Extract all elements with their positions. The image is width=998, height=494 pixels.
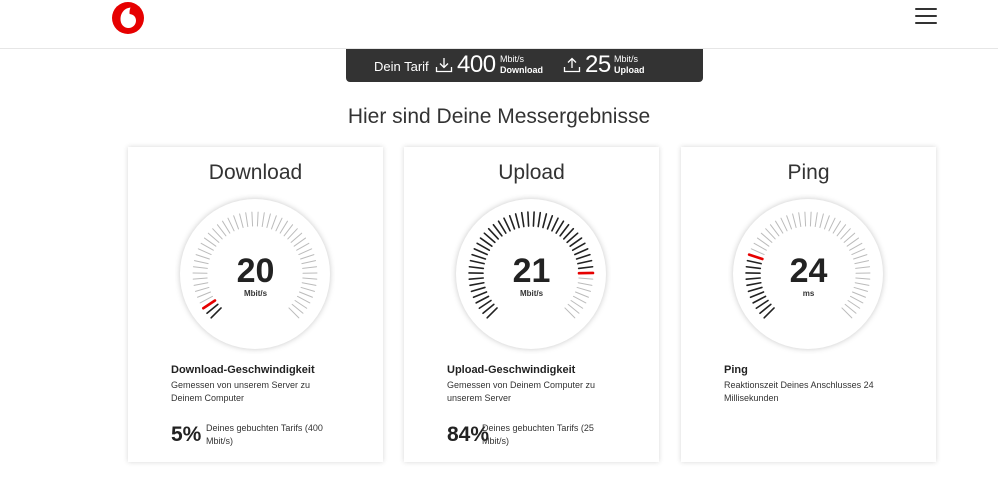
metric-description: Gemessen von unserem Server zu Deinem Co… bbox=[171, 380, 311, 403]
gauge-tick bbox=[804, 211, 807, 227]
tariff-percent: 5% bbox=[171, 423, 202, 446]
ping-unit: ms bbox=[802, 289, 815, 298]
upload-card: Upload 21 Mbit/s Upload-Geschwindigkeit … bbox=[404, 147, 659, 462]
hamburger-menu-icon[interactable] bbox=[915, 8, 937, 24]
download-icon bbox=[435, 58, 453, 73]
card-title: Download bbox=[208, 161, 303, 184]
site-header bbox=[0, 0, 998, 49]
results-heading: Hier sind Deine Messergebnisse bbox=[347, 105, 651, 128]
tariff-download-value: 400 bbox=[457, 51, 496, 78]
gauge-tick bbox=[256, 211, 259, 227]
gauge-tick bbox=[251, 211, 254, 227]
vodafone-logo[interactable] bbox=[111, 1, 145, 35]
tariff-download-unit: Mbit/s Download bbox=[500, 54, 543, 75]
gauge-tick bbox=[809, 211, 812, 227]
metric-description: Gemessen von Deinem Computer zu unserem … bbox=[447, 380, 596, 403]
tariff-upload-value: 25 bbox=[585, 51, 611, 78]
upload-value: 21 bbox=[512, 252, 551, 290]
ping-card: Ping 24 ms Ping Reaktionszeit Deines Ans… bbox=[681, 147, 936, 462]
tariff-percent-description: Deines gebuchten Tarifs (400 Mbit/s) bbox=[206, 423, 323, 446]
card-title: Upload bbox=[498, 161, 565, 184]
gauge-tick bbox=[527, 211, 530, 227]
download-unit: Mbit/s bbox=[243, 289, 268, 298]
gauge-tick bbox=[532, 211, 535, 227]
download-card: Download 20 Mbit/s Download-Geschwindigk… bbox=[128, 147, 383, 462]
upload-icon bbox=[563, 57, 581, 73]
metric-title: Download-Geschwindigkeit bbox=[171, 364, 315, 376]
metric-title: Ping bbox=[724, 364, 748, 376]
download-value: 20 bbox=[236, 252, 275, 290]
metric-title: Upload-Geschwindigkeit bbox=[447, 364, 576, 376]
tariff-label: Dein Tarif bbox=[374, 59, 429, 74]
tariff-percent-description: Deines gebuchten Tarifs (25 Mbit/s) bbox=[482, 423, 594, 446]
upload-unit: Mbit/s bbox=[519, 289, 544, 298]
metric-description: Reaktionszeit Deines Anschlusses 24 Mill… bbox=[724, 380, 874, 403]
ping-value: 24 bbox=[789, 252, 828, 290]
card-title: Ping bbox=[787, 161, 830, 184]
tariff-upload-unit: Mbit/s Upload bbox=[614, 54, 645, 75]
tariff-bar: Dein Tarif 400 Mbit/s Download 25 Mbit/s… bbox=[346, 49, 703, 82]
